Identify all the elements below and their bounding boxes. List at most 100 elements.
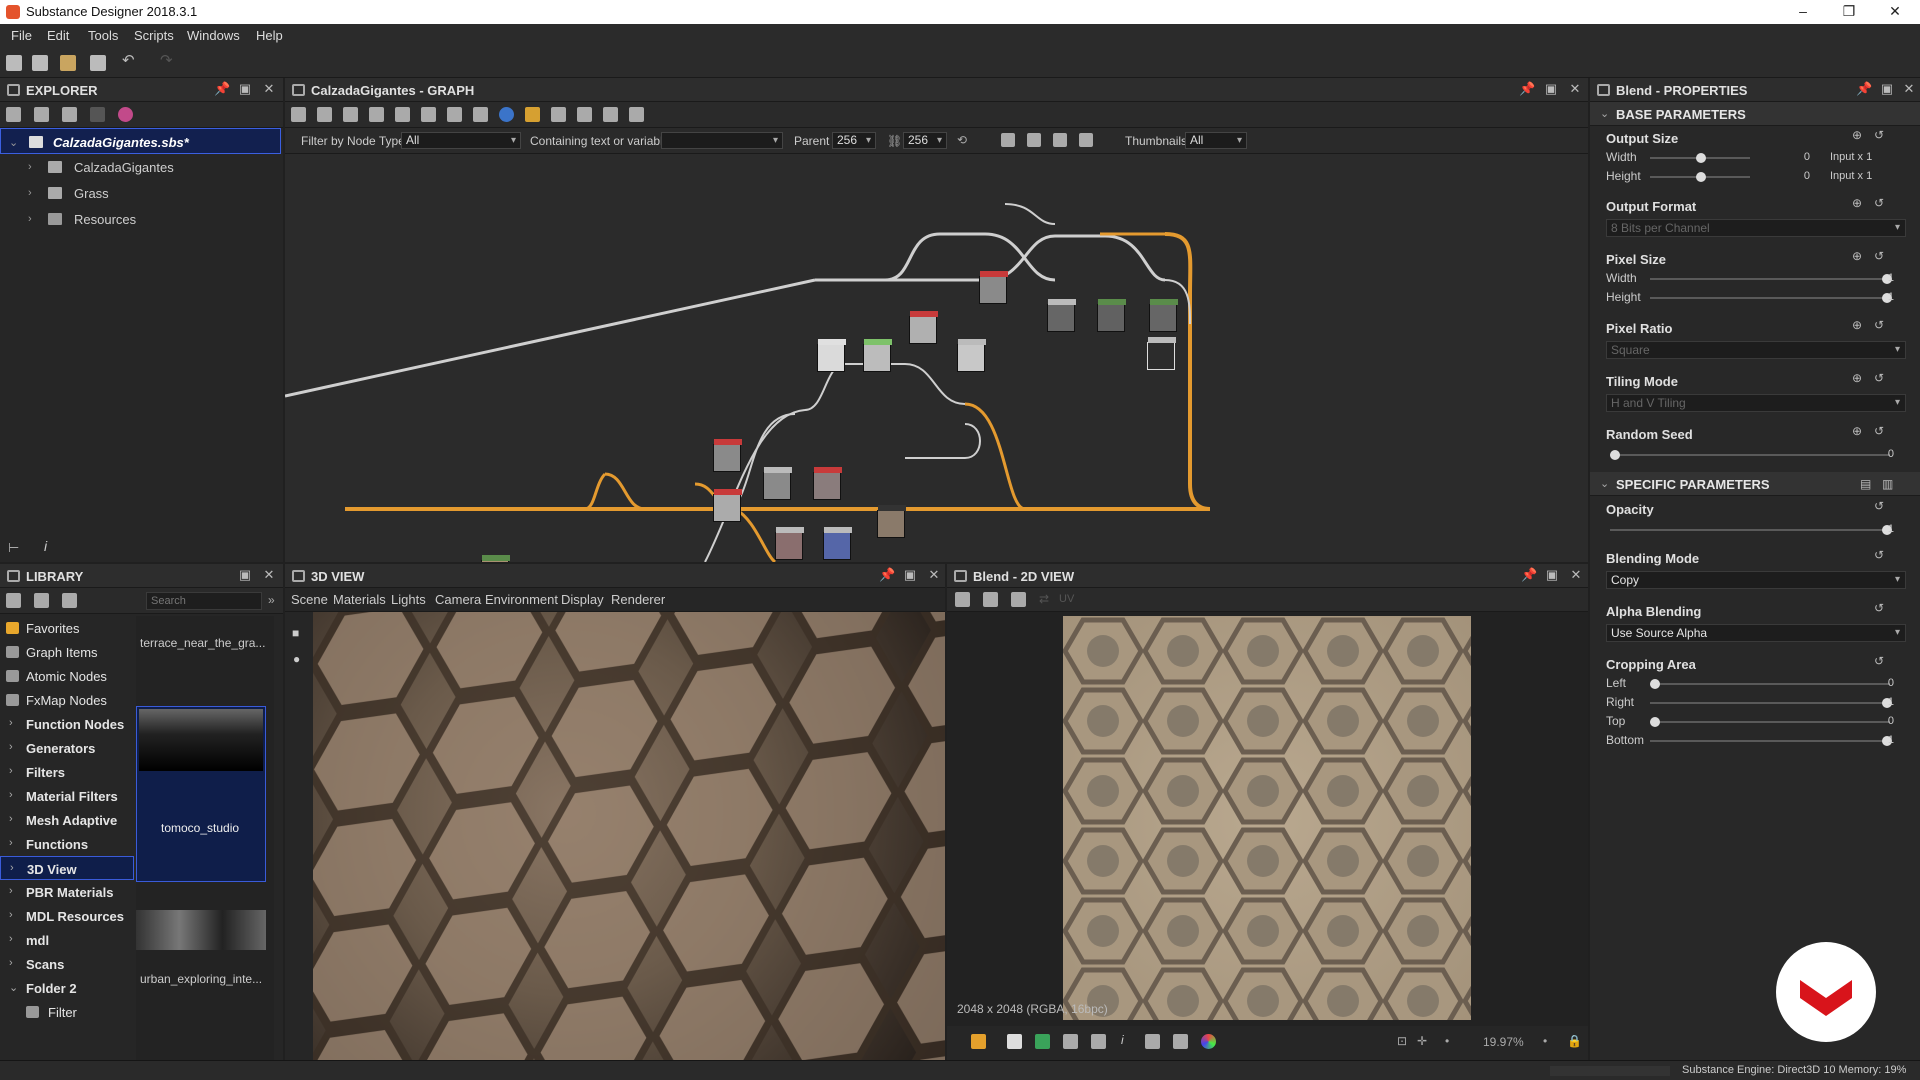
alpha-blending-select[interactable]: Use Source Alpha: [1606, 624, 1906, 642]
grid-icon[interactable]: [1063, 1034, 1078, 1049]
graph-node[interactable]: [823, 527, 852, 560]
menu-windows[interactable]: Windows: [187, 28, 240, 43]
align-left-icon[interactable]: [1001, 133, 1015, 147]
minimize-button[interactable]: –: [1780, 0, 1826, 24]
graph-node[interactable]: [863, 339, 892, 372]
graph-node[interactable]: [713, 439, 742, 472]
pin-icon[interactable]: 📌: [214, 82, 230, 96]
crop-bottom-slider[interactable]: [1650, 736, 1892, 746]
share-icon[interactable]: ⇄: [1039, 592, 1049, 606]
crop-right-slider[interactable]: [1650, 698, 1892, 708]
light-icon[interactable]: ●: [293, 652, 300, 666]
expose-icon[interactable]: ⊕: [1852, 196, 1866, 210]
library-item-function-nodes[interactable]: › Function Nodes: [0, 712, 134, 736]
new-graph-icon[interactable]: [6, 55, 22, 71]
pixel-width-slider[interactable]: [1650, 274, 1892, 284]
library-item-3d-view[interactable]: › 3D View: [0, 856, 134, 880]
chevron-right-icon[interactable]: ›: [28, 213, 32, 225]
graph-node[interactable]: [713, 489, 742, 522]
histogram-icon[interactable]: [1145, 1034, 1160, 1049]
reset-icon[interactable]: ↺: [1874, 654, 1888, 668]
reset-icon[interactable]: ↺: [1874, 128, 1888, 142]
link-ratio-icon[interactable]: ⛓: [887, 134, 902, 148]
lock-icon[interactable]: 🔒: [1567, 1034, 1582, 1048]
chevron-right-icon[interactable]: ›: [9, 789, 13, 801]
menu-scripts[interactable]: Scripts: [134, 28, 174, 43]
tools-icon[interactable]: [603, 107, 618, 122]
chevron-right-icon[interactable]: ›: [9, 885, 13, 897]
tree-item-calzadagigantes[interactable]: › CalzadaGigantes: [0, 154, 283, 180]
link-icon[interactable]: [525, 107, 540, 122]
frame-icon[interactable]: [473, 107, 488, 122]
graph-node[interactable]: [909, 311, 938, 344]
specific-parameters-section[interactable]: ⌄ SPECIFIC PARAMETERS ▤ ▥: [1590, 472, 1920, 496]
color-picker-icon[interactable]: [1173, 1034, 1188, 1049]
save-image-icon[interactable]: [983, 592, 998, 607]
crop-left-slider[interactable]: [1650, 679, 1890, 689]
copy-icon[interactable]: [1011, 592, 1026, 607]
snap-icon[interactable]: [1079, 133, 1093, 147]
graph-node-selected[interactable]: [1147, 337, 1176, 370]
reset-icon[interactable]: ↺: [1874, 424, 1888, 438]
pivot-icon[interactable]: [551, 107, 566, 122]
menu-help[interactable]: Help: [256, 28, 283, 43]
expose-icon[interactable]: ⊕: [1852, 424, 1866, 438]
collapse-icon[interactable]: »: [268, 593, 275, 607]
containing-text-select[interactable]: [661, 132, 783, 149]
chevron-right-icon[interactable]: ›: [28, 187, 32, 199]
graph-node[interactable]: [877, 505, 906, 538]
expose-icon[interactable]: ⊕: [1852, 318, 1866, 332]
tree-root-package[interactable]: ⌄ CalzadaGigantes.sbs*: [0, 128, 281, 154]
search-icon[interactable]: [395, 107, 410, 122]
info-icon[interactable]: i: [44, 538, 47, 554]
random-seed-value[interactable]: 0: [1864, 448, 1894, 460]
blending-mode-select[interactable]: Copy: [1606, 571, 1906, 589]
output-height-value[interactable]: 0: [1780, 170, 1810, 182]
expose-icon[interactable]: ⊕: [1852, 249, 1866, 263]
chevron-right-icon[interactable]: ›: [10, 862, 14, 874]
pixel-height-value[interactable]: 1: [1864, 291, 1894, 303]
filter-node-type-select[interactable]: All: [401, 132, 521, 149]
add-item-icon[interactable]: [34, 593, 49, 608]
add-folder-icon[interactable]: [6, 593, 21, 608]
view3d-viewport[interactable]: [313, 612, 945, 1060]
save-package-icon[interactable]: [6, 107, 21, 122]
float-icon[interactable]: ▣: [1545, 568, 1559, 582]
reset-icon[interactable]: ↺: [1874, 499, 1888, 513]
output-width-slider[interactable]: [1650, 153, 1750, 163]
expose-icon[interactable]: ⊕: [1852, 371, 1866, 385]
plugin-icon[interactable]: [118, 107, 133, 122]
info-node-icon[interactable]: [369, 107, 384, 122]
uv-select[interactable]: UV: [1059, 593, 1074, 605]
reset-size-icon[interactable]: ⟲: [957, 133, 967, 147]
open-folder-icon[interactable]: [60, 55, 76, 71]
fit-icon[interactable]: [955, 592, 970, 607]
thumbnails-select[interactable]: All: [1185, 132, 1247, 149]
zoom-level[interactable]: 19.97%: [1483, 1035, 1524, 1049]
crop-right-value[interactable]: 1: [1864, 696, 1894, 708]
crop-top-slider[interactable]: [1650, 717, 1890, 727]
library-item-folder-2[interactable]: ⌄ Folder 2: [0, 976, 134, 1000]
close-icon[interactable]: ✕: [262, 568, 276, 582]
width-relative[interactable]: Input x 1: [1830, 151, 1872, 163]
library-item-scans[interactable]: › Scans: [0, 952, 134, 976]
reset-icon[interactable]: ↺: [1874, 371, 1888, 385]
library-item-filter[interactable]: Filter: [0, 1000, 134, 1024]
graph-node[interactable]: [763, 467, 792, 500]
chevron-right-icon[interactable]: ›: [9, 837, 13, 849]
view3d-menu-camera[interactable]: Camera: [435, 592, 481, 607]
chevron-right-icon[interactable]: ›: [28, 161, 32, 173]
pin-icon[interactable]: 📌: [1521, 568, 1537, 582]
channel-icon[interactable]: [1035, 1034, 1050, 1049]
pixel-height-slider[interactable]: [1650, 293, 1892, 303]
reset-icon[interactable]: ↺: [1874, 249, 1888, 263]
pixel-width-value[interactable]: 1: [1864, 272, 1894, 284]
align-center-icon[interactable]: [1027, 133, 1041, 147]
preset-menu-icon[interactable]: ▥: [1882, 477, 1893, 491]
align-icon[interactable]: [421, 107, 436, 122]
menu-edit[interactable]: Edit: [47, 28, 69, 43]
chevron-right-icon[interactable]: ›: [9, 765, 13, 777]
chevron-right-icon[interactable]: ›: [9, 933, 13, 945]
graph-canvas[interactable]: [285, 154, 1588, 562]
tiling-mode-select[interactable]: H and V Tiling: [1606, 394, 1906, 412]
